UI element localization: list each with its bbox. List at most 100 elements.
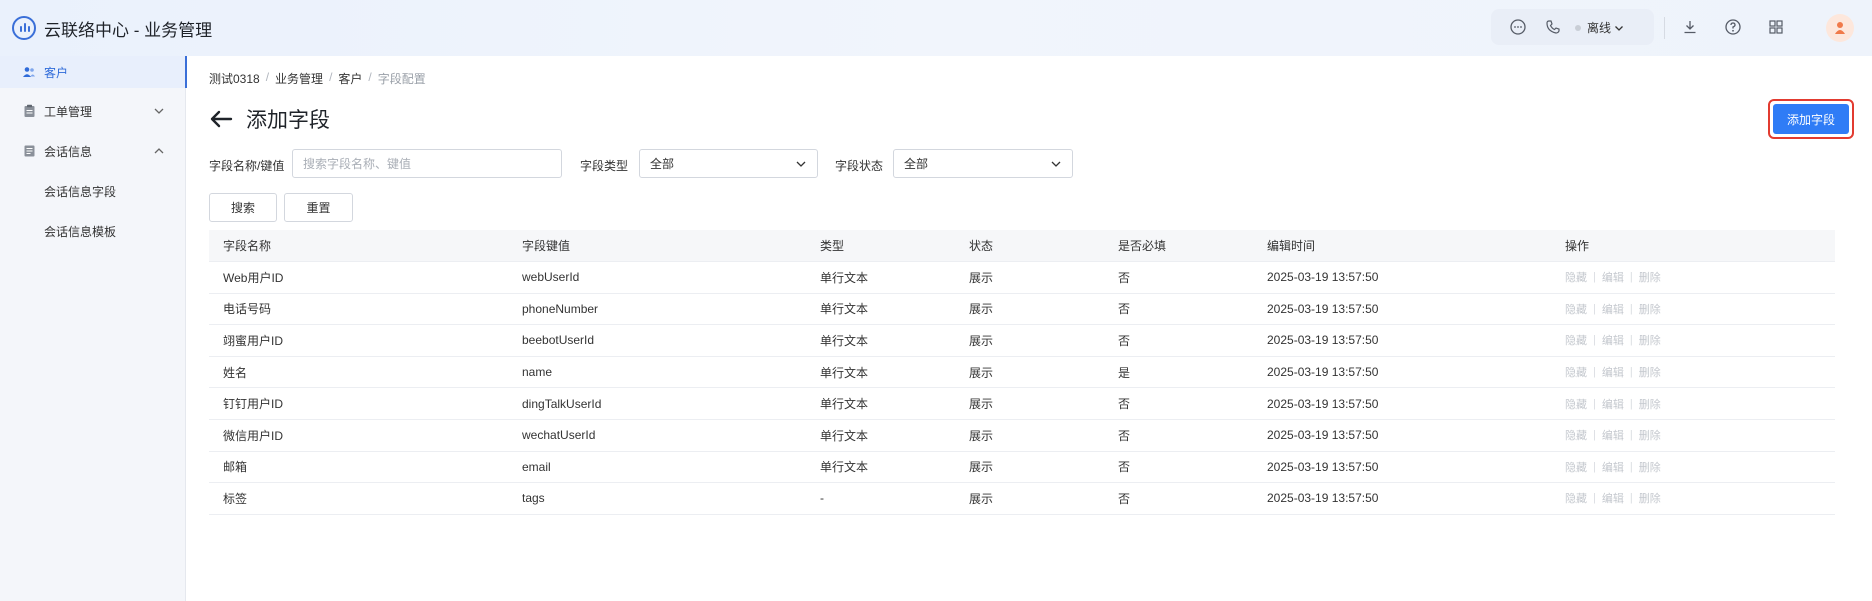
action-separator: | <box>1593 460 1596 473</box>
edit-action[interactable]: 编辑 <box>1602 396 1624 412</box>
download-icon[interactable] <box>1680 17 1700 37</box>
hide-action[interactable]: 隐藏 <box>1565 364 1587 380</box>
cell-field-status: 展示 <box>969 397 994 412</box>
action-separator: | <box>1629 492 1633 505</box>
cell-field-status: 展示 <box>969 302 994 317</box>
sidebar: 客户 工单管理 会话信息 会话信息字段 会话信息模板 <box>0 56 187 601</box>
edit-action[interactable]: 编辑 <box>1602 332 1624 348</box>
cell-field-required: 否 <box>1118 491 1131 506</box>
add-field-button[interactable]: 添加字段 <box>1773 104 1849 134</box>
edit-action[interactable]: 编辑 <box>1602 427 1624 443</box>
cell-field-required: 否 <box>1118 333 1131 348</box>
hide-action[interactable]: 隐藏 <box>1565 459 1587 475</box>
table-row: 微信用户ID wechatUserId 单行文本 展示 否 2025-03-19… <box>209 420 1835 452</box>
cell-edit-time: 2025-03-19 13:57:50 <box>1267 301 1379 316</box>
breadcrumb-separator: / <box>329 70 333 84</box>
column-header: 编辑时间 <box>1267 239 1316 253</box>
action-separator: | <box>1593 397 1596 410</box>
cell-edit-time: 2025-03-19 13:57:50 <box>1267 396 1379 411</box>
cell-field-key: tags <box>522 491 545 506</box>
cell-field-status: 展示 <box>969 491 994 506</box>
chevron-down-icon <box>795 158 807 170</box>
cell-field-status: 展示 <box>969 428 994 443</box>
hide-action[interactable]: 隐藏 <box>1565 301 1587 317</box>
avatar[interactable] <box>1826 14 1854 42</box>
hide-action[interactable]: 隐藏 <box>1565 269 1587 285</box>
cell-field-required: 否 <box>1118 302 1131 317</box>
breadcrumb-current: 字段配置 <box>377 72 426 86</box>
breadcrumb-separator: / <box>265 70 270 84</box>
page-header: 添加字段 <box>208 104 330 134</box>
breadcrumb-item[interactable]: 客户 <box>338 70 362 87</box>
delete-action[interactable]: 删除 <box>1639 459 1661 475</box>
action-separator: | <box>1629 397 1633 410</box>
phone-icon[interactable] <box>1543 17 1563 37</box>
hide-action[interactable]: 隐藏 <box>1565 396 1587 412</box>
table-row: 电话号码 phoneNumber 单行文本 展示 否 2025-03-19 13… <box>209 294 1835 326</box>
column-header: 字段名称 <box>223 239 272 253</box>
app-title: 云联络中心 - 业务管理 <box>44 20 213 40</box>
delete-action[interactable]: 删除 <box>1639 269 1661 285</box>
field-search-input[interactable]: 搜索字段名称、键值 <box>292 149 562 178</box>
breadcrumb-item[interactable]: 测试0318 <box>209 70 260 87</box>
cell-field-name: 钉钉用户ID <box>223 397 284 412</box>
chevron-down-icon <box>1614 23 1624 33</box>
cell-field-type: 单行文本 <box>820 428 869 443</box>
edit-action[interactable]: 编辑 <box>1602 490 1624 506</box>
apps-grid-icon[interactable] <box>1766 17 1786 37</box>
add-field-button-highlight: 添加字段 <box>1768 99 1854 139</box>
sidebar-sub-item-session-templates[interactable]: 会话信息模板 <box>44 223 116 240</box>
edit-action[interactable]: 编辑 <box>1602 269 1624 285</box>
sidebar-item-label: 客户 <box>44 65 69 80</box>
back-arrow-icon[interactable] <box>208 108 234 130</box>
sidebar-item-label: 会话信息 <box>44 144 93 159</box>
table-header: 字段名称 字段键值 类型 状态 是否必填 编辑时间 操作 <box>209 230 1835 262</box>
sidebar-sub-item-session-fields[interactable]: 会话信息字段 <box>44 183 116 200</box>
edit-action[interactable]: 编辑 <box>1602 459 1624 475</box>
hide-action[interactable]: 隐藏 <box>1565 427 1587 443</box>
edit-action[interactable]: 编辑 <box>1602 301 1624 317</box>
header-divider <box>1664 17 1665 39</box>
sidebar-item-session-info[interactable]: 会话信息 <box>0 135 186 167</box>
hide-action[interactable]: 隐藏 <box>1565 490 1587 506</box>
sidebar-item-tickets[interactable]: 工单管理 <box>0 95 186 127</box>
cell-field-type: 单行文本 <box>820 365 869 380</box>
session-icon <box>22 144 36 158</box>
reset-button[interactable]: 重置 <box>284 193 353 222</box>
cell-field-required: 否 <box>1118 397 1131 412</box>
delete-action[interactable]: 删除 <box>1639 332 1661 348</box>
cell-field-required: 否 <box>1118 460 1131 475</box>
cell-edit-time: 2025-03-19 13:57:50 <box>1267 459 1379 474</box>
action-separator: | <box>1593 271 1596 284</box>
cell-field-required: 否 <box>1118 428 1131 443</box>
field-type-select[interactable]: 全部 <box>639 149 818 178</box>
search-button[interactable]: 搜索 <box>209 193 277 222</box>
help-icon[interactable] <box>1723 17 1743 37</box>
breadcrumb-item[interactable]: 业务管理 <box>275 70 323 87</box>
sidebar-item-customer[interactable]: 客户 <box>0 56 187 88</box>
cell-field-key: dingTalkUserId <box>522 396 602 411</box>
action-separator: | <box>1629 366 1633 379</box>
delete-action[interactable]: 删除 <box>1639 364 1661 380</box>
hide-action[interactable]: 隐藏 <box>1565 332 1587 348</box>
status-label: 离线 <box>1587 21 1612 35</box>
status-indicator[interactable]: 离线 <box>1575 19 1624 36</box>
brand: 云联络中心 - 业务管理 <box>12 14 212 42</box>
table-row: Web用户ID webUserId 单行文本 展示 否 2025-03-19 1… <box>209 262 1835 294</box>
cell-field-name: 微信用户ID <box>223 428 284 443</box>
cell-field-name: Web用户ID <box>223 270 284 285</box>
chat-icon[interactable] <box>1508 17 1528 37</box>
edit-action[interactable]: 编辑 <box>1602 364 1624 380</box>
fields-table: 字段名称 字段键值 类型 状态 是否必填 编辑时间 操作 Web用户ID web… <box>209 230 1835 515</box>
row-actions: 隐藏 | 编辑 | 删除 <box>1565 364 1661 380</box>
field-status-select[interactable]: 全部 <box>893 149 1073 178</box>
cell-field-name: 姓名 <box>223 365 248 380</box>
chevron-up-icon <box>152 144 166 158</box>
delete-action[interactable]: 删除 <box>1639 427 1661 443</box>
breadcrumb-separator: / <box>368 70 372 84</box>
delete-action[interactable]: 删除 <box>1639 490 1661 506</box>
delete-action[interactable]: 删除 <box>1639 301 1661 317</box>
cell-field-status: 展示 <box>969 460 994 475</box>
cell-edit-time: 2025-03-19 13:57:50 <box>1267 270 1379 285</box>
delete-action[interactable]: 删除 <box>1639 396 1661 412</box>
